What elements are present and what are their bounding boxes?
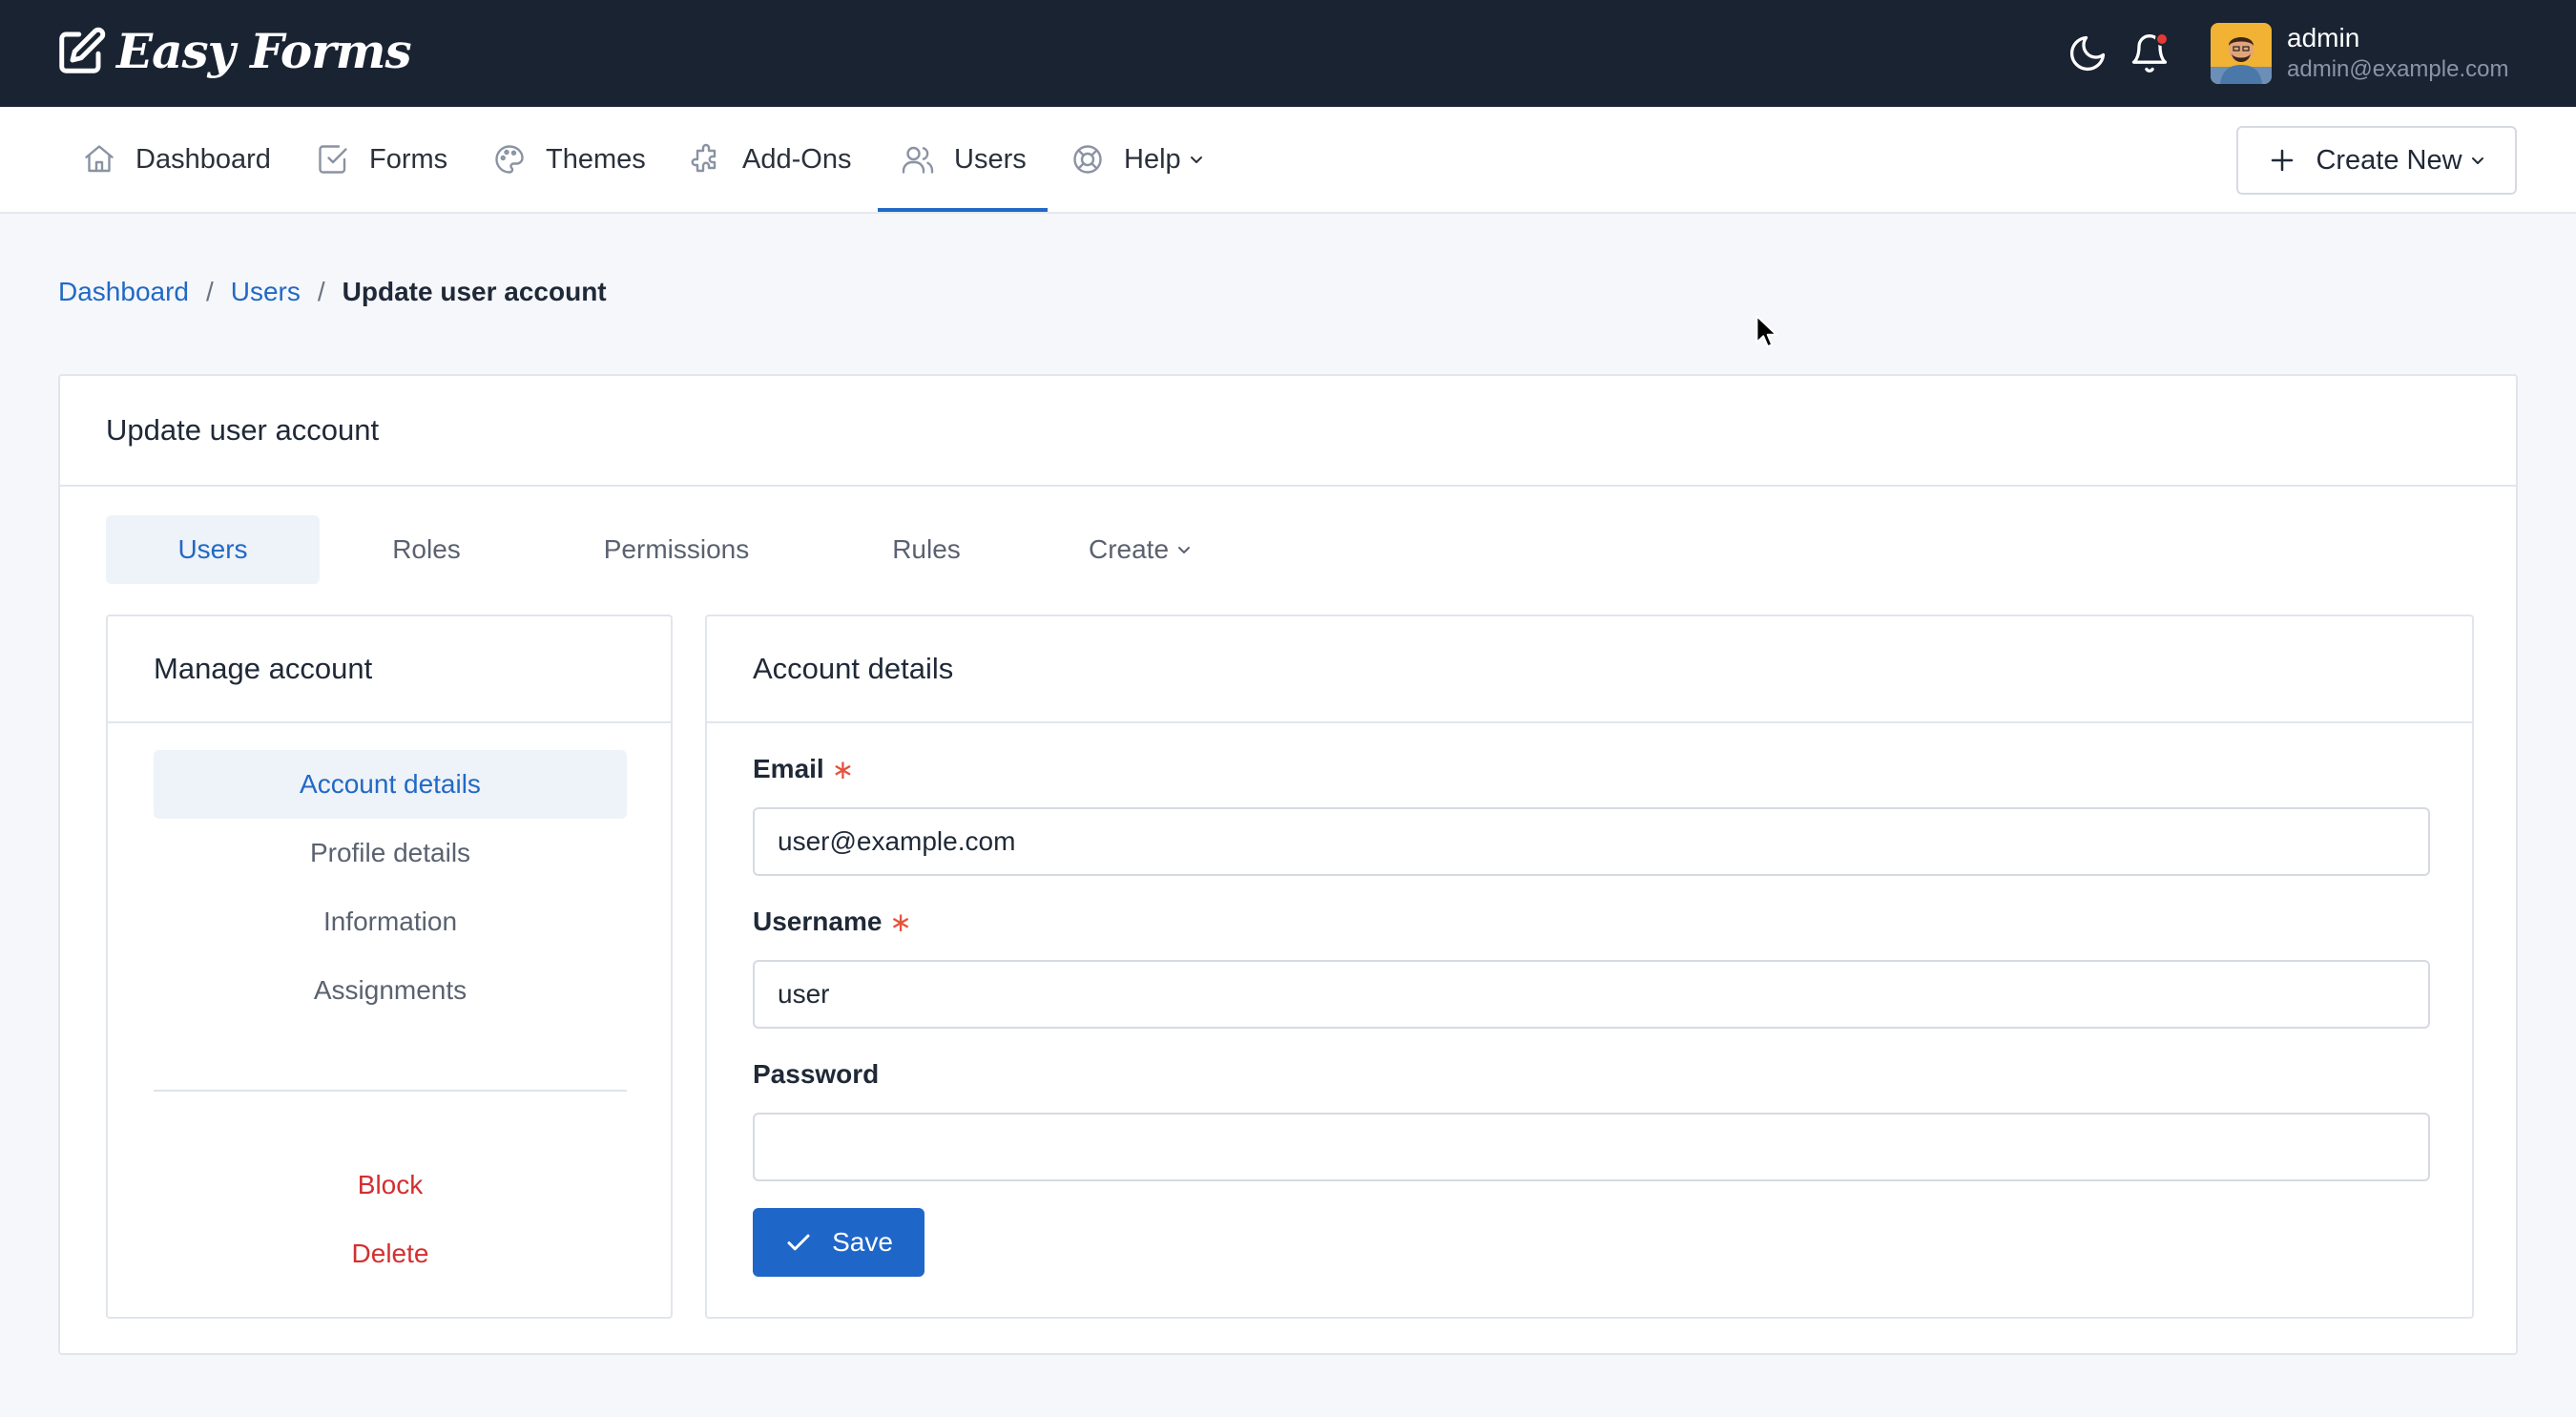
user-name: admin (2287, 23, 2360, 52)
username-input[interactable] (753, 960, 2430, 1029)
check-icon (787, 1234, 810, 1251)
tab-rules[interactable]: Rules (820, 515, 1033, 584)
tab-roles[interactable]: Roles (320, 515, 533, 584)
breadcrumb-users[interactable]: Users (231, 277, 301, 307)
email-label-text: Email (753, 754, 824, 783)
password-label-text: Password (753, 1059, 880, 1089)
nav-label: Users (954, 143, 1027, 175)
menu-item-profile-details[interactable]: Profile details (154, 819, 627, 887)
mouse-cursor-icon (1755, 315, 1777, 347)
username-label-text: Username (753, 906, 883, 936)
block-user-link[interactable]: Block (154, 1151, 627, 1219)
tab-create[interactable]: Create (1033, 515, 1247, 584)
create-new-label: Create New (2316, 144, 2462, 176)
username-field-group: Username ∗ (753, 903, 2430, 1029)
update-user-card: Update user account Users Roles Permissi… (58, 374, 2518, 1355)
notification-badge (2155, 32, 2169, 46)
lifebuoy-icon (1073, 145, 1102, 174)
create-new-button[interactable]: Create New (2236, 126, 2517, 195)
nav-label: Add-Ons (742, 143, 852, 175)
manage-account-menu: Account details Profile details Informat… (154, 750, 627, 1025)
breadcrumb: Dashboard / Users / Update user account (58, 277, 607, 307)
username-label: Username ∗ (753, 903, 2430, 941)
password-field-group: Password (753, 1055, 2430, 1181)
palette-icon (495, 145, 524, 174)
tab-permissions[interactable]: Permissions (533, 515, 820, 584)
main-nav: Dashboard Forms Themes Add-Ons Users Hel… (0, 107, 2576, 214)
danger-actions: Block Delete (154, 1151, 627, 1288)
nav-item-forms[interactable]: Forms (316, 107, 447, 212)
brand-logo[interactable]: Easy Forms (55, 23, 412, 79)
chevron-down-icon (1178, 547, 1191, 553)
puzzle-icon (691, 143, 717, 173)
email-input[interactable] (753, 807, 2430, 876)
nav-item-users[interactable]: Users (901, 107, 1027, 212)
avatar[interactable] (2211, 23, 2272, 84)
delete-user-link[interactable]: Delete (154, 1219, 627, 1288)
required-marker: ∗ (889, 906, 912, 937)
breadcrumb-current: Update user account (342, 277, 607, 306)
nav-label: Dashboard (135, 143, 271, 175)
save-button[interactable]: Save (753, 1208, 924, 1277)
brand-name: Easy Forms (116, 23, 412, 79)
tab-users[interactable]: Users (106, 515, 320, 584)
required-marker: ∗ (831, 754, 855, 784)
chevron-down-icon (2471, 157, 2483, 164)
moon-icon (2069, 35, 2106, 72)
password-input[interactable] (753, 1113, 2430, 1181)
menu-item-account-details[interactable]: Account details (154, 750, 627, 819)
tab-create-label: Create (1088, 534, 1170, 564)
chevron-down-icon (1190, 156, 1202, 163)
email-field-group: Email ∗ (753, 750, 2430, 876)
plus-icon (2272, 149, 2294, 172)
active-nav-indicator (878, 208, 1048, 212)
nav-label: Help (1124, 143, 1181, 175)
menu-divider (154, 1090, 627, 1092)
save-label: Save (832, 1227, 893, 1257)
nav-item-dashboard[interactable]: Dashboard (82, 107, 271, 212)
manage-account-panel: Manage account Account details Profile d… (106, 615, 673, 1319)
account-details-panel: Account details Email ∗ Username ∗ Passw… (705, 615, 2474, 1319)
nav-item-themes[interactable]: Themes (492, 107, 646, 212)
menu-item-assignments[interactable]: Assignments (154, 956, 627, 1025)
edit-icon (59, 27, 106, 73)
users-icon (902, 146, 934, 174)
notifications-button[interactable] (2129, 32, 2171, 74)
nav-label: Themes (546, 143, 646, 175)
user-menu[interactable]: admin admin@example.com (2287, 21, 2508, 84)
dark-mode-toggle[interactable] (2067, 32, 2109, 74)
top-bar: Easy Forms admin admin@example.com (0, 0, 2576, 107)
nav-label: Forms (369, 143, 448, 175)
home-icon (85, 145, 114, 173)
email-label: Email ∗ (753, 750, 2430, 788)
checkbox-icon (319, 145, 347, 174)
password-label: Password (753, 1055, 2430, 1094)
breadcrumb-separator: / (317, 277, 325, 306)
breadcrumb-dashboard[interactable]: Dashboard (58, 277, 189, 307)
account-form: Email ∗ Username ∗ Password (753, 750, 2430, 1277)
user-email: admin@example.com (2287, 56, 2509, 82)
avatar-image (2211, 23, 2272, 84)
manage-account-title: Manage account (108, 616, 671, 723)
nav-item-help[interactable]: Help (1070, 107, 1204, 212)
nav-item-add-ons[interactable]: Add-Ons (689, 107, 851, 212)
card-title: Update user account (60, 376, 2516, 487)
menu-item-information[interactable]: Information (154, 887, 627, 956)
account-details-title: Account details (707, 616, 2472, 723)
breadcrumb-separator: / (205, 277, 214, 306)
